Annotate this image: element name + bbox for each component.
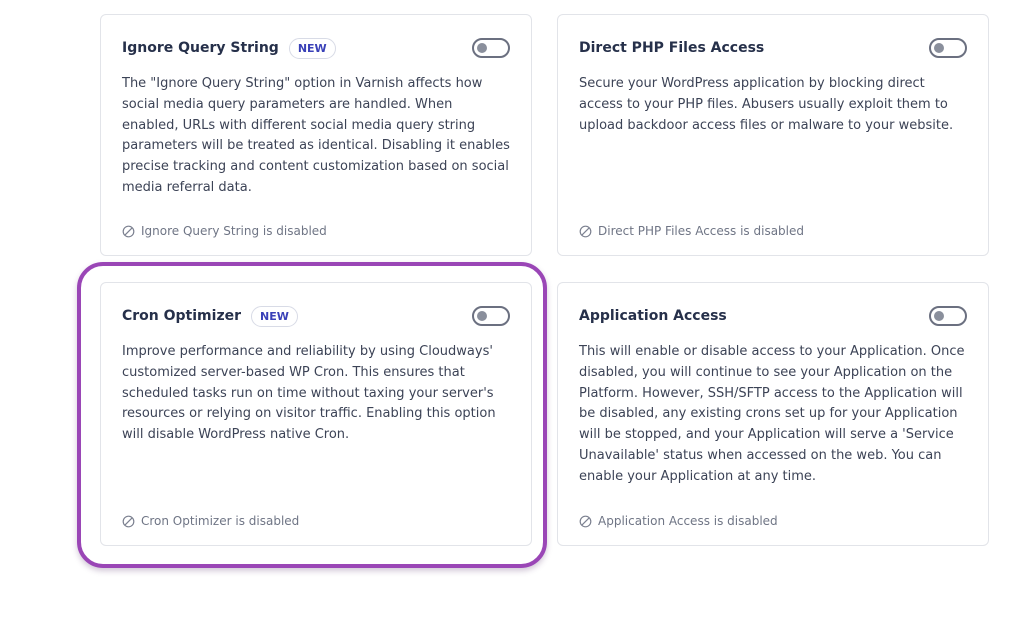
- status-label: Direct PHP Files Access is disabled: [598, 224, 805, 238]
- card-header: Application Access: [579, 305, 967, 327]
- card-description: Improve performance and reliability by u…: [122, 344, 496, 443]
- card-title: Application Access: [579, 308, 727, 324]
- status-text-row: Ignore Query String is disabled: [122, 224, 327, 238]
- card-header: Cron Optimizer NEW: [122, 305, 510, 327]
- card-title: Direct PHP Files Access: [579, 40, 765, 56]
- card-cron-optimizer: Cron Optimizer NEW Improve performance a…: [100, 282, 532, 546]
- direct-php-files-access-toggle[interactable]: [929, 38, 967, 58]
- card-ignore-query-string: Ignore Query String NEW The "Ignore Quer…: [100, 14, 532, 256]
- status-label: Application Access is disabled: [598, 514, 778, 528]
- toggle-knob: [477, 43, 487, 53]
- ignore-query-string-toggle[interactable]: [472, 38, 510, 58]
- card-direct-php-files-access: Direct PHP Files Access Secure your Word…: [557, 14, 989, 256]
- cron-optimizer-toggle[interactable]: [472, 306, 510, 326]
- card-description: This will enable or disable access to yo…: [579, 344, 965, 484]
- card-title: Ignore Query String: [122, 40, 279, 56]
- card-application-access: Application Access This will enable or d…: [557, 282, 989, 546]
- disabled-circle-icon: [122, 515, 135, 527]
- toggle-knob: [934, 311, 944, 321]
- toggle-knob: [934, 43, 944, 53]
- card-description: Secure your WordPress application by blo…: [579, 76, 954, 133]
- disabled-circle-icon: [579, 225, 592, 237]
- new-badge: NEW: [288, 37, 336, 59]
- card-title: Cron Optimizer: [122, 308, 241, 324]
- status-label: Cron Optimizer is disabled: [141, 514, 300, 528]
- status-label: Ignore Query String is disabled: [141, 224, 327, 238]
- status-text-row: Cron Optimizer is disabled: [122, 514, 299, 528]
- status-text-row: Direct PHP Files Access is disabled: [579, 224, 804, 238]
- application-access-toggle[interactable]: [929, 306, 967, 326]
- settings-page: Ignore Query String NEW The "Ignore Quer…: [0, 0, 1016, 629]
- toggle-knob: [477, 311, 487, 321]
- card-header: Ignore Query String NEW: [122, 37, 510, 59]
- card-description: The "Ignore Query String" option in Varn…: [122, 76, 510, 195]
- disabled-circle-icon: [579, 515, 592, 527]
- disabled-circle-icon: [122, 225, 135, 237]
- card-header: Direct PHP Files Access: [579, 37, 967, 59]
- status-text-row: Application Access is disabled: [579, 514, 778, 528]
- new-badge: NEW: [251, 305, 298, 327]
